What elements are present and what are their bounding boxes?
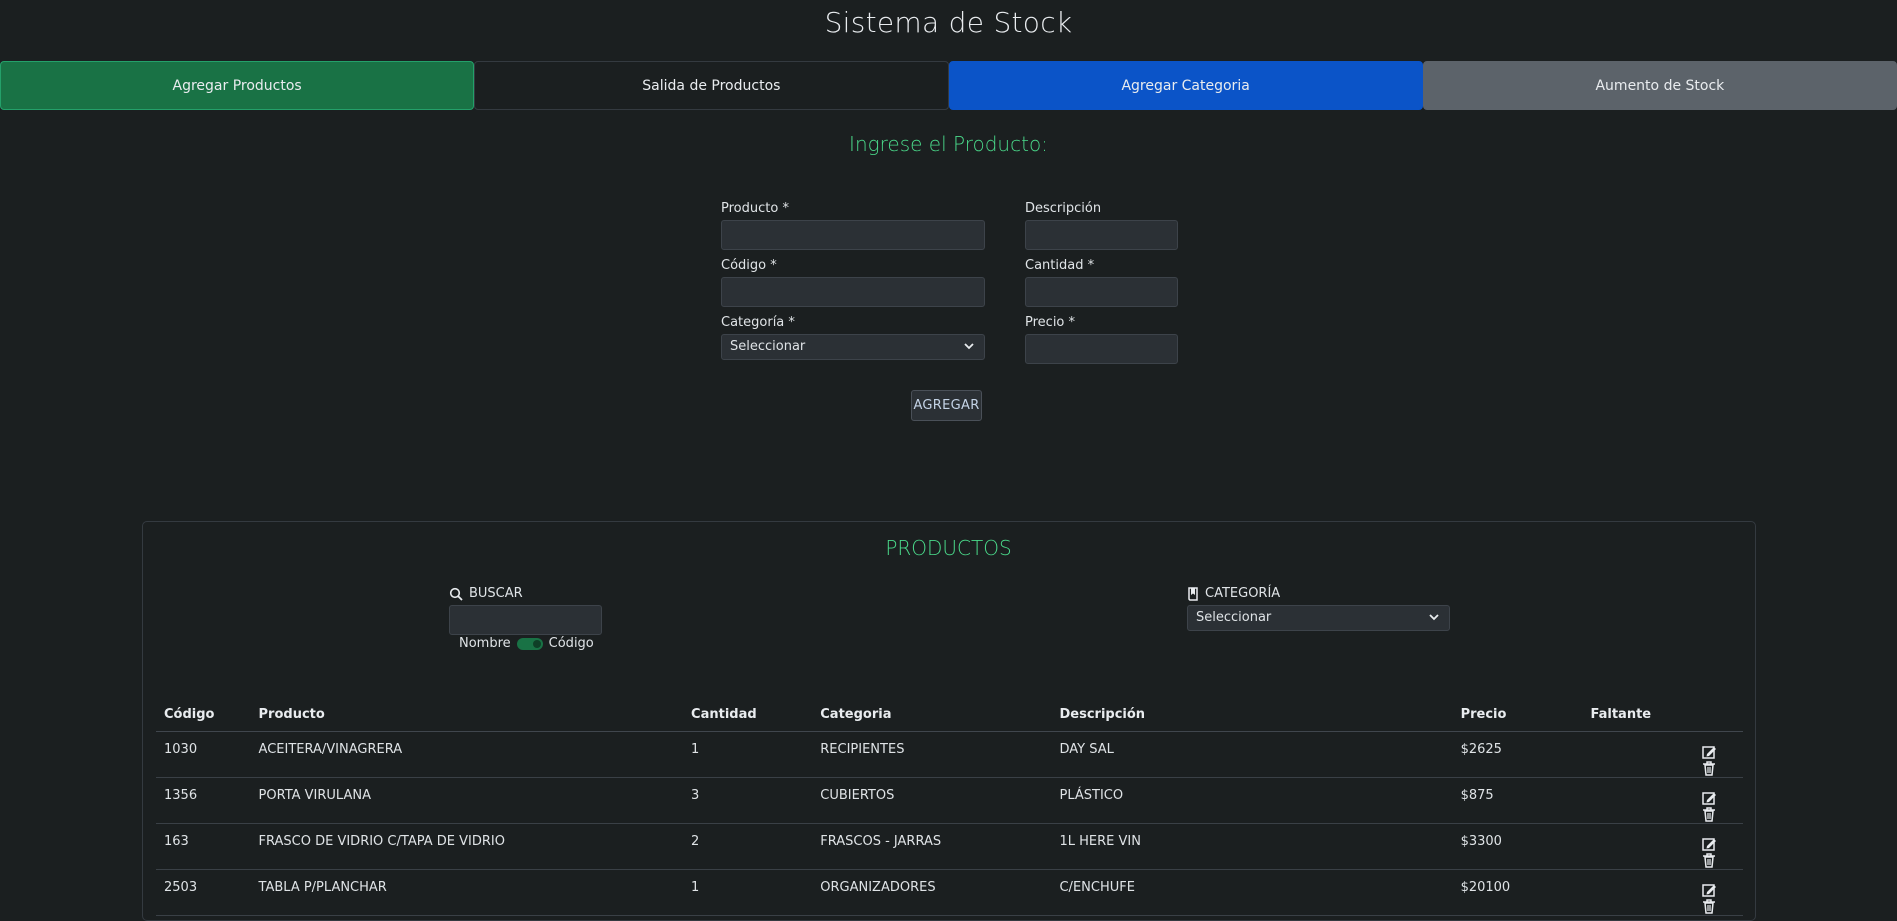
trash-icon[interactable] — [1701, 760, 1717, 776]
cell-faltante — [1582, 731, 1693, 778]
cell-categoria: CUBIERTOS — [812, 777, 1052, 824]
search-label-text: BUSCAR — [469, 586, 523, 601]
agregar-button[interactable]: AGREGAR — [911, 390, 982, 421]
codigo-input[interactable] — [721, 277, 985, 307]
cell-actions — [1693, 777, 1743, 824]
book-icon — [1188, 586, 1198, 601]
cell-faltante — [1582, 823, 1693, 870]
edit-icon[interactable] — [1701, 790, 1717, 806]
app-title: Sistema de Stock — [824, 6, 1073, 39]
search-input[interactable] — [449, 605, 602, 635]
tab-bar: Agregar Productos Salida de Productos Ag… — [0, 61, 1897, 110]
chevron-down-icon — [964, 343, 974, 350]
category-filter-label-text: CATEGORÍA — [1205, 586, 1281, 601]
cell-precio: $20100 — [1452, 869, 1583, 916]
products-title: PRODUCTOS — [885, 536, 1012, 560]
cell-codigo: 163 — [156, 823, 251, 870]
header-categoria[interactable]: Categoria — [812, 697, 1052, 732]
products-table: Código Producto Cantidad Categoria Descr… — [156, 697, 1743, 916]
cell-actions — [1693, 823, 1743, 870]
categoria-select[interactable]: Seleccionar — [721, 334, 985, 360]
search-label: BUSCAR — [449, 586, 523, 601]
descripcion-label: Descripción — [1025, 201, 1102, 216]
header-precio[interactable]: Precio — [1452, 697, 1583, 732]
cell-producto: ACEITERA/VINAGRERA — [250, 731, 684, 778]
categoria-label: Categoría * — [721, 315, 795, 330]
cell-codigo: 1030 — [156, 731, 251, 778]
cell-descripcion: DAY SAL — [1051, 731, 1453, 778]
table-row: 163 FRASCO DE VIDRIO C/TAPA DE VIDRIO 2 … — [156, 823, 1743, 870]
precio-input[interactable] — [1025, 334, 1178, 364]
cell-descripcion: 1L HERE VIN — [1051, 823, 1453, 870]
form-title: Ingrese el Producto: — [849, 132, 1048, 156]
cell-producto: TABLA P/PLANCHAR — [250, 869, 684, 916]
cantidad-label: Cantidad * — [1025, 258, 1095, 273]
cell-codigo: 1356 — [156, 777, 251, 824]
chevron-down-icon — [1429, 614, 1439, 621]
header-actions — [1693, 697, 1743, 732]
table-row: 1356 PORTA VIRULANA 3 CUBIERTOS PLÁSTICO… — [156, 777, 1743, 824]
header-cantidad[interactable]: Cantidad — [683, 697, 813, 732]
toggle-label-nombre: Nombre — [459, 636, 511, 651]
table-header-row: Código Producto Cantidad Categoria Descr… — [156, 697, 1743, 732]
cantidad-input[interactable] — [1025, 277, 1178, 307]
category-filter-value: Seleccionar — [1196, 610, 1272, 625]
cell-precio: $875 — [1452, 777, 1583, 824]
cell-cantidad: 1 — [683, 869, 813, 916]
table-row: 1030 ACEITERA/VINAGRERA 1 RECIPIENTES DA… — [156, 731, 1743, 778]
cell-descripcion: C/ENCHUFE — [1051, 869, 1453, 916]
search-icon — [449, 587, 463, 601]
trash-icon[interactable] — [1701, 898, 1717, 914]
cell-cantidad: 3 — [683, 777, 813, 824]
producto-input[interactable] — [721, 220, 985, 250]
categoria-select-value: Seleccionar — [730, 339, 806, 354]
cell-actions — [1693, 731, 1743, 778]
cell-categoria: FRASCOS - JARRAS — [812, 823, 1052, 870]
header-descripcion[interactable]: Descripción — [1051, 697, 1453, 732]
cell-producto: FRASCO DE VIDRIO C/TAPA DE VIDRIO — [250, 823, 684, 870]
toggle-label-codigo: Código — [548, 636, 594, 651]
cell-faltante — [1582, 869, 1693, 916]
cell-actions — [1693, 869, 1743, 916]
search-mode-toggle: Nombre Código — [459, 636, 594, 651]
cell-codigo: 2503 — [156, 869, 251, 916]
trash-icon[interactable] — [1701, 806, 1717, 822]
category-filter-label: CATEGORÍA — [1187, 586, 1280, 601]
table-row: 2503 TABLA P/PLANCHAR 1 ORGANIZADORES C/… — [156, 869, 1743, 916]
edit-icon[interactable] — [1701, 836, 1717, 852]
cell-faltante — [1582, 777, 1693, 824]
tab-agregar-categoria[interactable]: Agregar Categoria — [948, 61, 1423, 110]
search-mode-switch[interactable] — [516, 637, 543, 650]
cell-cantidad: 1 — [683, 731, 813, 778]
descripcion-input[interactable] — [1025, 220, 1178, 250]
header-codigo[interactable]: Código — [156, 697, 251, 732]
header-faltante[interactable]: Faltante — [1582, 697, 1693, 732]
trash-icon[interactable] — [1701, 852, 1717, 868]
tab-salida-productos[interactable]: Salida de Productos — [474, 61, 949, 110]
cell-cantidad: 2 — [683, 823, 813, 870]
cell-precio: $2625 — [1452, 731, 1583, 778]
precio-label: Precio * — [1025, 315, 1076, 330]
edit-icon[interactable] — [1701, 882, 1717, 898]
category-filter-select[interactable]: Seleccionar — [1187, 605, 1450, 631]
cell-precio: $3300 — [1452, 823, 1583, 870]
tab-aumento-stock[interactable]: Aumento de Stock — [1422, 61, 1897, 110]
header-producto[interactable]: Producto — [250, 697, 684, 732]
cell-categoria: RECIPIENTES — [812, 731, 1052, 778]
tab-agregar-productos[interactable]: Agregar Productos — [0, 61, 475, 110]
cell-descripcion: PLÁSTICO — [1051, 777, 1453, 824]
codigo-label: Código * — [721, 258, 777, 273]
cell-categoria: ORGANIZADORES — [812, 869, 1052, 916]
cell-producto: PORTA VIRULANA — [250, 777, 684, 824]
edit-icon[interactable] — [1701, 744, 1717, 760]
producto-label: Producto * — [721, 201, 789, 216]
